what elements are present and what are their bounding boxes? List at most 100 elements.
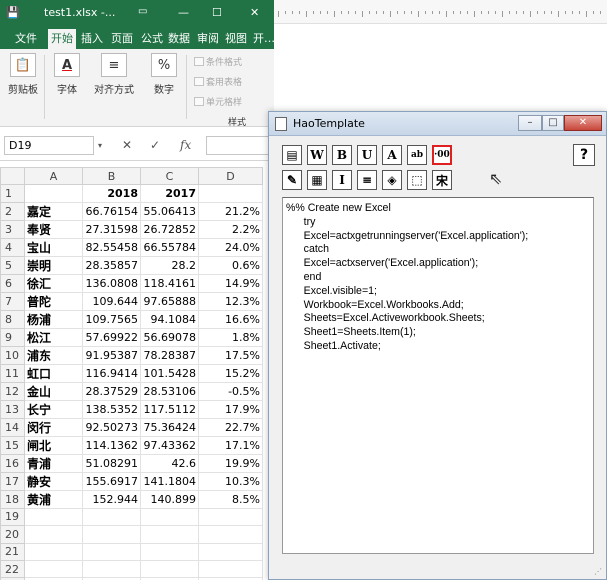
cell-2018[interactable]: 66.76154 [82, 201, 141, 221]
cell-growth[interactable] [198, 184, 263, 203]
format-as-table-button[interactable]: 套用表格 [194, 75, 242, 88]
cancel-formula-icon[interactable]: ✕ [122, 138, 132, 152]
dialog-maximize-button[interactable]: □ [542, 115, 564, 131]
bold-icon[interactable]: B [332, 145, 352, 165]
dialog-title-bar[interactable]: HaoTemplate – □ ✕ [269, 112, 606, 136]
cell-2018[interactable]: 82.55458 [82, 237, 141, 257]
cell-growth[interactable]: 10.3% [198, 471, 263, 491]
decimal-format-icon[interactable]: ·00 [432, 145, 452, 165]
row-header[interactable]: 16 [0, 453, 25, 473]
cell-growth[interactable]: -0.5% [198, 381, 263, 401]
cell-2018[interactable]: 51.08291 [82, 453, 141, 473]
row-header[interactable]: 15 [0, 435, 25, 455]
cell-growth[interactable] [198, 559, 263, 579]
tab-developer[interactable]: 开… [250, 29, 274, 49]
cell-2017[interactable]: 26.72852 [140, 219, 199, 239]
cell-2018[interactable]: 116.9414 [82, 363, 141, 383]
tab-file[interactable]: 文件 [12, 29, 40, 49]
cell-2018[interactable]: 28.37529 [82, 381, 141, 401]
cell-district[interactable]: 浦东 [24, 345, 83, 365]
row-header[interactable]: 8 [0, 309, 25, 329]
cell-2018[interactable]: 136.0808 [82, 273, 141, 293]
cell-growth[interactable]: 19.9% [198, 453, 263, 473]
tab-review[interactable]: 审阅 [194, 29, 222, 49]
row-header[interactable]: 3 [0, 219, 25, 239]
cell-2017[interactable]: 66.55784 [140, 237, 199, 257]
cell-2018[interactable]: 109.644 [82, 291, 141, 311]
row-header[interactable]: 12 [0, 381, 25, 401]
cell-2017[interactable]: 140.899 [140, 489, 199, 509]
cell-growth[interactable] [198, 542, 263, 561]
cell-2018[interactable]: 92.50273 [82, 417, 141, 437]
italic-icon[interactable]: I [332, 170, 352, 190]
row-header[interactable]: 20 [0, 525, 25, 544]
row-header[interactable]: 5 [0, 255, 25, 275]
formula-input[interactable] [206, 136, 274, 155]
insert-function-icon[interactable]: fx [180, 138, 191, 152]
cell-growth[interactable] [198, 507, 263, 527]
spreadsheet-grid[interactable]: A B C D 1 2018 2017 2 嘉定 66.76154 55.06413 21.2… [0, 166, 263, 580]
column-header-d[interactable]: D [198, 166, 263, 186]
cell-district[interactable] [24, 507, 83, 527]
pencil-icon[interactable]: ✎ [282, 170, 302, 190]
column-header-b[interactable]: B [82, 166, 141, 186]
cell-2017[interactable]: 97.43362 [140, 435, 199, 455]
select-all-corner[interactable] [0, 166, 25, 186]
cell-district[interactable] [24, 525, 83, 544]
cell-2017[interactable]: 28.53106 [140, 381, 199, 401]
word-icon[interactable]: W [307, 145, 327, 165]
number-group[interactable]: % 数字 [148, 53, 180, 96]
close-icon[interactable]: ✕ [250, 6, 259, 19]
help-button[interactable]: ? [573, 144, 595, 166]
cell-2017[interactable]: 78.28387 [140, 345, 199, 365]
cell-2018[interactable]: 152.944 [82, 489, 141, 509]
cell-2018[interactable]: 138.5352 [82, 399, 141, 419]
row-header[interactable]: 7 [0, 291, 25, 311]
row-header[interactable]: 4 [0, 237, 25, 257]
cell-growth[interactable]: 1.8% [198, 327, 263, 347]
table-borders-icon[interactable]: ▦ [307, 170, 327, 190]
cell-2018[interactable] [82, 542, 141, 561]
cell-2017[interactable] [140, 559, 199, 579]
cell-growth[interactable]: 16.6% [198, 309, 263, 329]
tab-home[interactable]: 开始 [48, 29, 76, 49]
minimize-icon[interactable]: — [178, 6, 189, 19]
cell-district[interactable]: 金山 [24, 381, 83, 401]
column-header-a[interactable]: A [24, 166, 83, 186]
page-view-icon[interactable]: ▤ [282, 145, 302, 165]
cell-growth[interactable]: 14.9% [198, 273, 263, 293]
row-header[interactable]: 17 [0, 471, 25, 491]
cell-2017[interactable]: 55.06413 [140, 201, 199, 221]
cell-growth[interactable]: 2.2% [198, 219, 263, 239]
cell-2017[interactable] [140, 525, 199, 544]
row-header[interactable]: 21 [0, 542, 25, 561]
cell-2018[interactable] [82, 559, 141, 579]
tab-insert[interactable]: 插入 [78, 29, 106, 49]
cell-growth[interactable]: 8.5% [198, 489, 263, 509]
dialog-minimize-button[interactable]: – [518, 115, 542, 131]
cell-2017[interactable]: 101.5428 [140, 363, 199, 383]
cell-district[interactable]: 普陀 [24, 291, 83, 311]
cell-district[interactable]: 宝山 [24, 237, 83, 257]
align-lines-icon[interactable]: ≡ [357, 170, 377, 190]
row-header[interactable]: 11 [0, 363, 25, 383]
cell-district[interactable]: 崇明 [24, 255, 83, 275]
cell-2017[interactable]: 75.36424 [140, 417, 199, 437]
cell-growth[interactable]: 12.3% [198, 291, 263, 311]
cell-district[interactable]: 杨浦 [24, 309, 83, 329]
cell-district[interactable]: 虹口 [24, 363, 83, 383]
font-group[interactable]: A 字体 [50, 53, 84, 96]
cell-2018[interactable]: 2018 [82, 184, 141, 203]
tab-view[interactable]: 视图 [222, 29, 250, 49]
cell-2017[interactable]: 42.6 [140, 453, 199, 473]
row-header[interactable]: 14 [0, 417, 25, 437]
dialog-close-button[interactable]: ✕ [564, 115, 602, 131]
cell-2018[interactable]: 28.35857 [82, 255, 141, 275]
cell-2017[interactable]: 94.1084 [140, 309, 199, 329]
cell-district[interactable] [24, 542, 83, 561]
replace-icon[interactable]: ab [407, 145, 427, 165]
select-region-icon[interactable]: ⬚ [407, 170, 427, 190]
editor-scrollbar[interactable] [584, 198, 593, 553]
cell-growth[interactable] [198, 525, 263, 544]
enter-formula-icon[interactable]: ✓ [150, 138, 160, 152]
